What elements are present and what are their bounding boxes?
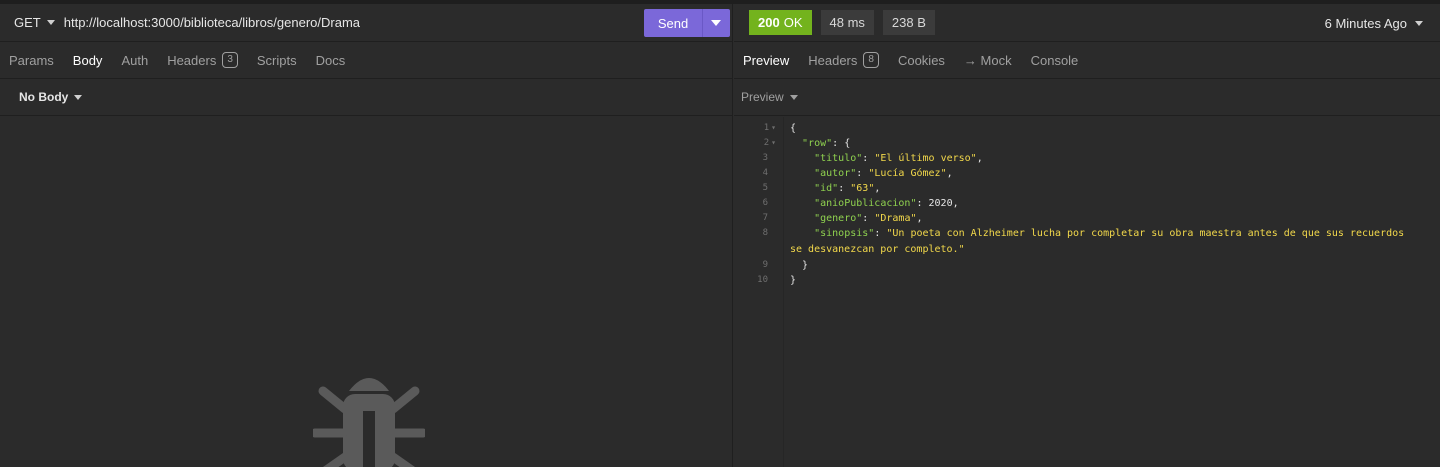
code-line: } (790, 275, 797, 286)
tab-auth[interactable]: Auth (121, 53, 148, 68)
code-line: } (790, 260, 809, 271)
send-label: Send (657, 15, 689, 31)
send-divider (702, 9, 703, 37)
json-key: sinopsis (820, 228, 869, 239)
response-size-badge: 238 B (882, 10, 935, 35)
tab-label: Params (9, 52, 54, 68)
tab-label: Scripts (256, 52, 297, 68)
line-number: 1 ▾ (763, 123, 776, 133)
tab-label: Auth (121, 52, 149, 68)
json-value: Drama (880, 213, 911, 224)
url-input[interactable]: http://localhost:3000/biblioteca/libros/… (64, 15, 360, 30)
line-number: 2 ▾ (763, 138, 776, 148)
chevron-down-icon (74, 94, 83, 100)
tab-console[interactable]: Console (1031, 53, 1079, 68)
line-number: 9 (762, 260, 768, 270)
tab-label: Body (72, 52, 103, 68)
tab-label: Cookies (897, 52, 945, 68)
tab-label: Preview (743, 52, 790, 68)
status-text: OK (783, 15, 803, 30)
line-number: 8 (762, 228, 768, 238)
code-line: "autor": "Lucía Gómez", (814, 168, 953, 179)
tab-params[interactable]: Params (9, 53, 54, 68)
response-status-bar: 200 OK 48 ms 238 B 6 Minutes Ago (734, 4, 1440, 42)
json-key: titulo (820, 153, 857, 164)
tab-scripts[interactable]: Scripts (257, 53, 297, 68)
body-type-selector[interactable]: No Body (0, 79, 733, 116)
tab-label: → Mock (963, 52, 1012, 68)
tab-docs[interactable]: Docs (316, 53, 346, 68)
send-button[interactable]: Send (644, 9, 730, 37)
response-time-badge: 48 ms (820, 10, 874, 35)
chevron-down-icon (789, 94, 798, 100)
line-number: 4 (762, 168, 768, 178)
status-code: 200 (758, 15, 780, 30)
line-number: 7 (762, 213, 768, 223)
chevron-down-icon[interactable] (711, 20, 721, 26)
bug-icon (313, 378, 425, 467)
tab-preview[interactable]: Preview (743, 53, 789, 68)
json-value: 63 (856, 183, 869, 194)
line-number: 5 (762, 183, 768, 193)
code-line: { (790, 123, 797, 134)
chevron-down-icon (46, 20, 55, 25)
json-value: Un poeta con Alzheimer lucha por complet… (892, 228, 1405, 239)
chevron-down-icon (1415, 20, 1423, 26)
tab-label: Headers (167, 52, 217, 68)
code-line: se desvanezcan por completo." (790, 244, 965, 255)
tab-label: Headers (808, 52, 858, 68)
url-bar: GET http://localhost:3000/biblioteca/lib… (0, 4, 733, 42)
line-number: 3 (762, 153, 768, 163)
history-label: 6 Minutes Ago (1324, 15, 1407, 31)
headers-count-badge: 3 (222, 52, 238, 68)
line-number-gutter: 1 ▾ 2 ▾ 3 4 5 6 7 8 9 10 (734, 117, 784, 467)
request-tabs: Params Body Auth Headers 3 Scripts Docs (0, 42, 733, 79)
line-number: 10 (757, 275, 768, 285)
code-line: "anioPublicacion": 2020, (814, 198, 959, 209)
tab-body[interactable]: Body (73, 53, 103, 68)
code-line: "titulo": "El último verso", (814, 153, 983, 164)
json-value: El último verso (880, 153, 971, 164)
preview-mode-label: Preview (741, 90, 784, 104)
method-label: GET (14, 15, 41, 30)
tab-label: Console (1030, 52, 1079, 68)
code-line: "row": { (802, 138, 851, 149)
code-line: "id": "63", (814, 183, 881, 194)
tab-headers[interactable]: Headers 3 (167, 52, 238, 68)
json-key: anioPublicacion (820, 198, 911, 209)
preview-mode-selector[interactable]: Preview (734, 79, 1440, 116)
response-pane: 200 OK 48 ms 238 B 6 Minutes Ago Preview… (734, 4, 1440, 467)
history-dropdown[interactable]: 6 Minutes Ago (1325, 4, 1423, 42)
json-key: autor (820, 168, 851, 179)
json-key: id (820, 183, 833, 194)
fold-arrow-icon[interactable]: ▾ (771, 138, 776, 147)
json-key: row (808, 138, 827, 149)
json-value: se desvanezcan por completo. (790, 244, 959, 255)
line-number: 6 (762, 198, 768, 208)
fold-arrow-icon[interactable]: ▾ (771, 123, 776, 132)
tab-mock[interactable]: → Mock (964, 53, 1012, 68)
json-value: Lucía Gómez (874, 168, 941, 179)
tab-cookies[interactable]: Cookies (898, 53, 945, 68)
status-badge: 200 OK (749, 10, 812, 35)
tab-response-headers[interactable]: Headers 8 (808, 52, 879, 68)
code-line: "sinopsis": "Un poeta con Alzheimer luch… (814, 228, 1405, 239)
method-select[interactable]: GET (0, 15, 55, 30)
response-tabs: Preview Headers 8 Cookies → Mock Console (734, 42, 1440, 79)
headers-count-badge: 8 (863, 52, 879, 68)
code-line: "genero": "Drama", (814, 213, 923, 224)
json-value: 2020 (928, 198, 953, 209)
json-viewer[interactable]: 1 ▾ 2 ▾ 3 4 5 6 7 8 9 10 { "row": { "titul… (734, 117, 1440, 467)
tab-label: Docs (315, 52, 346, 68)
json-key: genero (820, 213, 857, 224)
body-type-label: No Body (19, 90, 69, 104)
request-pane: GET http://localhost:3000/biblioteca/lib… (0, 4, 733, 467)
